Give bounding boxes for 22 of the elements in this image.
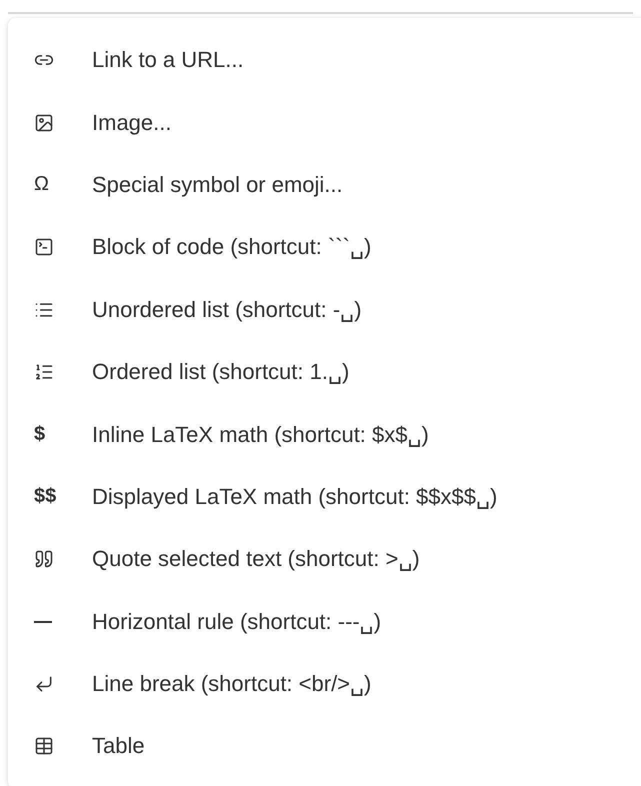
symbol-icon: $: [34, 423, 46, 446]
menu-item[interactable]: Unordered list (shortcut: -␣): [8, 278, 641, 341]
menu-item[interactable]: $ Inline LaTeX math (shortcut: $x$␣): [8, 403, 641, 466]
image-icon: [34, 112, 54, 133]
menu-item[interactable]: Block of code (shortcut: ```␣): [8, 216, 641, 279]
quote-icon: [34, 549, 54, 570]
table-icon: [34, 736, 54, 756]
menu-item[interactable]: Image...: [8, 91, 641, 154]
menu-item[interactable]: $$ Displayed LaTeX math (shortcut: $$x$$␣): [8, 466, 641, 528]
horizontal-line-icon: [34, 620, 52, 623]
terminal-icon: [34, 237, 54, 258]
return-arrow-icon: [34, 674, 54, 694]
menu-item[interactable]: Quote selected text (shortcut: >␣): [8, 528, 641, 591]
menu-item[interactable]: Line break (shortcut: <br/>␣): [8, 652, 641, 716]
symbol-icon: Ω: [34, 173, 49, 196]
numbered-list-icon: [34, 362, 54, 382]
menu-item[interactable]: Ω Special symbol or emoji...: [8, 154, 641, 216]
menu-item[interactable]: Table: [8, 715, 641, 778]
menu-item[interactable]: Link to a URL...: [8, 29, 641, 92]
symbol-icon: $$: [34, 485, 56, 508]
menu-item[interactable]: Ordered list (shortcut: 1.␣): [8, 340, 641, 404]
menu-item[interactable]: Horizontal rule (shortcut: ---␣): [8, 590, 641, 653]
